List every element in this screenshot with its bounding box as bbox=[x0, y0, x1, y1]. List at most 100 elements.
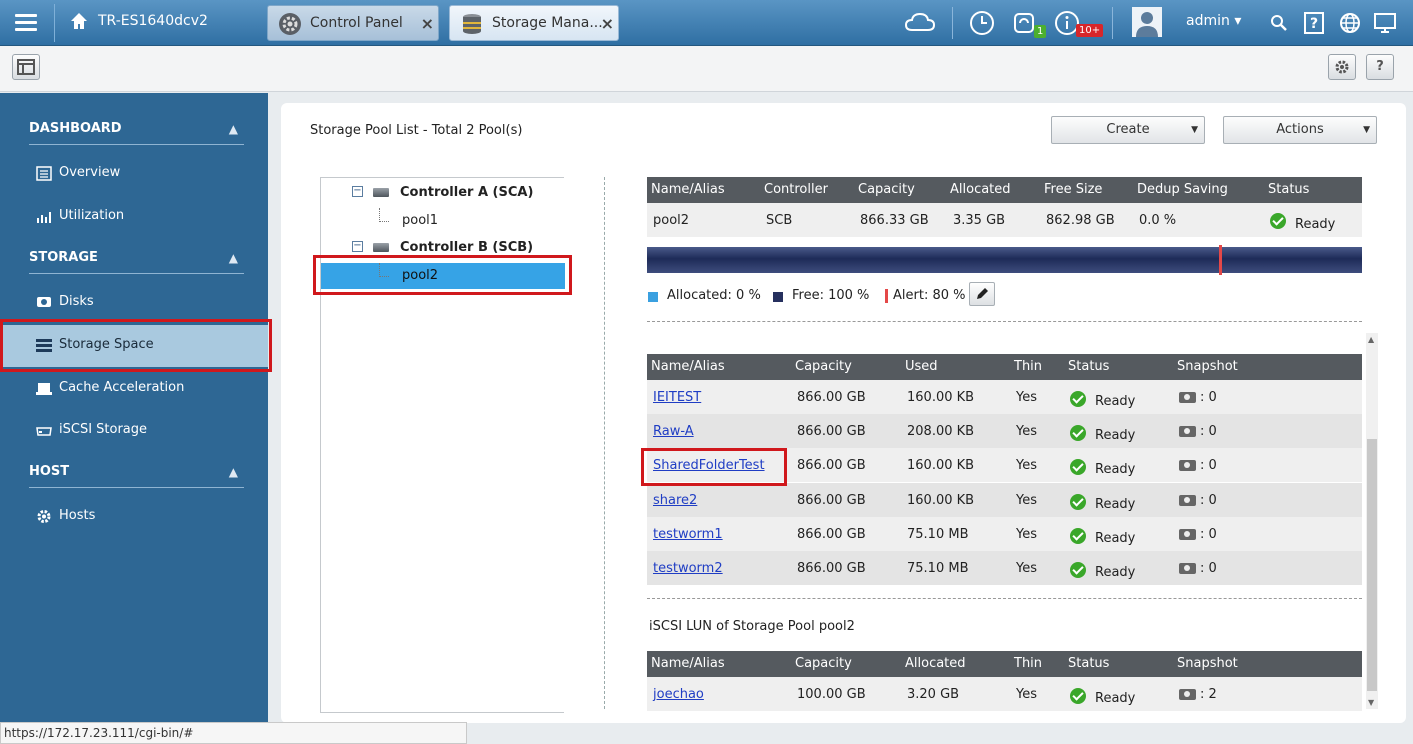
sidebar-item-disks[interactable]: Disks bbox=[0, 282, 268, 324]
camera-icon bbox=[1179, 460, 1196, 471]
controller-icon bbox=[373, 188, 389, 197]
camera-icon bbox=[1179, 529, 1196, 540]
gear-icon bbox=[37, 510, 51, 523]
folder-name-link[interactable]: Raw-A bbox=[653, 424, 694, 439]
cell-status: Ready bbox=[1095, 394, 1136, 409]
sidebar-item-label: Utilization bbox=[59, 208, 125, 223]
scrollbar[interactable]: ▲ ▼ bbox=[1366, 333, 1378, 709]
table-row[interactable]: joechao 100.00 GB 3.20 GB Yes Ready : 2 bbox=[647, 677, 1362, 711]
sidebar-item-label: Hosts bbox=[59, 508, 96, 523]
camera-icon bbox=[1179, 563, 1196, 574]
cloud-icon[interactable] bbox=[904, 10, 936, 36]
table-row[interactable]: share2 866.00 GB 160.00 KB Yes Ready: 0 bbox=[647, 483, 1362, 517]
section-host[interactable]: HOST ▲ bbox=[29, 458, 244, 488]
scroll-down-icon[interactable]: ▼ bbox=[1368, 698, 1374, 707]
scrollbar-thumb[interactable] bbox=[1367, 439, 1377, 691]
sidebar-item-utilization[interactable]: Utilization bbox=[0, 196, 268, 238]
column-header: Capacity bbox=[795, 656, 852, 671]
folder-link[interactable]: testworm1 bbox=[653, 527, 723, 542]
column-header: Dedup Saving bbox=[1137, 182, 1228, 197]
edit-alert-button[interactable] bbox=[969, 282, 995, 306]
tab-storage-manager[interactable]: Storage Mana... × bbox=[449, 5, 619, 41]
toggle-sidebar-button[interactable] bbox=[12, 54, 40, 80]
cell-capacity: 866.33 GB bbox=[860, 213, 929, 228]
cell-snapshot: : 0 bbox=[1200, 527, 1217, 542]
tree-controller-a[interactable]: − Controller A (SCA) bbox=[321, 180, 565, 206]
column-header: Snapshot bbox=[1177, 359, 1238, 374]
column-header: Free Size bbox=[1044, 182, 1103, 197]
cache-icon bbox=[36, 383, 52, 395]
sidebar-item-label: Cache Acceleration bbox=[59, 380, 185, 395]
close-icon[interactable]: × bbox=[421, 14, 434, 33]
svg-text:?: ? bbox=[1310, 16, 1318, 32]
folder-name-link[interactable]: testworm2 bbox=[653, 561, 723, 576]
folder-name-link[interactable]: testworm1 bbox=[653, 527, 723, 542]
cell-name: pool2 bbox=[653, 213, 690, 228]
check-icon bbox=[1070, 494, 1086, 510]
camera-icon bbox=[1179, 426, 1196, 437]
legend-swatch bbox=[773, 292, 783, 302]
cell-thin: Yes bbox=[1016, 561, 1037, 576]
cell-used: 160.00 KB bbox=[907, 458, 975, 473]
user-menu[interactable]: admin ▾ bbox=[1186, 13, 1241, 29]
monitor-icon[interactable] bbox=[1373, 12, 1397, 34]
actions-button[interactable]: Actions ▼ bbox=[1223, 116, 1377, 144]
cell-allocated: 3.35 GB bbox=[953, 213, 1006, 228]
tab-control-panel[interactable]: Control Panel × bbox=[267, 5, 439, 41]
sidebar-item-iscsi-storage[interactable]: iSCSI Storage bbox=[0, 410, 268, 452]
folder-link[interactable]: IEITEST bbox=[653, 390, 701, 405]
help-button[interactable]: ? bbox=[1366, 54, 1394, 80]
cell-used: 208.00 KB bbox=[907, 424, 975, 439]
clock-icon[interactable] bbox=[969, 10, 995, 36]
folder-name-link[interactable]: IEITEST bbox=[653, 390, 701, 405]
pencil-icon bbox=[977, 288, 988, 299]
avatar[interactable] bbox=[1132, 7, 1162, 37]
folder-name-link[interactable]: share2 bbox=[653, 493, 697, 508]
cell-used: 75.10 MB bbox=[907, 527, 969, 542]
search-icon[interactable] bbox=[1270, 14, 1288, 32]
collapse-icon[interactable]: − bbox=[352, 186, 363, 197]
lun-name-link[interactable]: joechao bbox=[653, 687, 704, 702]
tree-label: pool1 bbox=[402, 213, 439, 228]
table-row[interactable]: testworm2 866.00 GB 75.10 MB Yes Ready: 0 bbox=[647, 551, 1362, 585]
sidebar-item-cache-acceleration[interactable]: Cache Acceleration bbox=[0, 368, 268, 410]
legend-swatch bbox=[648, 292, 658, 302]
folder-link[interactable]: Raw-A bbox=[653, 424, 694, 439]
home-icon[interactable] bbox=[70, 12, 88, 30]
folder-link[interactable]: share2 bbox=[653, 493, 697, 508]
help-icon[interactable]: ? bbox=[1304, 12, 1324, 34]
chevron-up-icon[interactable]: ▲ bbox=[229, 115, 238, 143]
sidebar-item-label: Disks bbox=[59, 294, 94, 309]
settings-button[interactable] bbox=[1328, 54, 1356, 80]
controller-icon bbox=[373, 243, 389, 252]
cell-status: Ready bbox=[1095, 565, 1136, 580]
cell-thin: Yes bbox=[1016, 527, 1037, 542]
close-icon[interactable]: × bbox=[601, 14, 614, 33]
table-row[interactable]: Raw-A 866.00 GB 208.00 KB Yes Ready: 0 bbox=[647, 414, 1362, 448]
table-row[interactable]: IEITEST 866.00 GB 160.00 KB Yes Ready: 0 bbox=[647, 380, 1362, 414]
collapse-icon[interactable]: − bbox=[352, 241, 363, 252]
folder-link[interactable]: testworm2 bbox=[653, 561, 723, 576]
section-dashboard[interactable]: DASHBOARD ▲ bbox=[29, 115, 244, 145]
top-bar: TR-ES1640dcv2 Control Panel × Storage Ma… bbox=[0, 0, 1413, 46]
gear-icon bbox=[279, 13, 301, 35]
table-row[interactable]: testworm1 866.00 GB 75.10 MB Yes Ready: 0 bbox=[647, 517, 1362, 551]
chevron-up-icon[interactable]: ▲ bbox=[229, 458, 238, 486]
main-menu-button[interactable] bbox=[8, 8, 44, 38]
sidebar-item-overview[interactable]: Overview bbox=[0, 153, 268, 195]
lun-link[interactable]: joechao bbox=[653, 687, 704, 702]
column-header: Capacity bbox=[858, 182, 915, 197]
table-row[interactable]: pool2 SCB 866.33 GB 3.35 GB 862.98 GB 0.… bbox=[647, 203, 1362, 237]
sidebar-item-hosts[interactable]: Hosts bbox=[0, 496, 268, 538]
create-button[interactable]: Create ▼ bbox=[1051, 116, 1205, 144]
globe-icon[interactable] bbox=[1339, 12, 1361, 34]
cell-thin: Yes bbox=[1016, 493, 1037, 508]
page-title: Storage Pool List - Total 2 Pool(s) bbox=[310, 123, 523, 138]
scroll-up-icon[interactable]: ▲ bbox=[1368, 335, 1374, 344]
tree-pool1[interactable]: pool1 bbox=[321, 208, 565, 234]
section-storage[interactable]: STORAGE ▲ bbox=[29, 244, 244, 274]
section-title: DASHBOARD bbox=[29, 121, 122, 136]
section-title: STORAGE bbox=[29, 250, 98, 265]
divider bbox=[54, 4, 55, 42]
chevron-up-icon[interactable]: ▲ bbox=[229, 244, 238, 272]
